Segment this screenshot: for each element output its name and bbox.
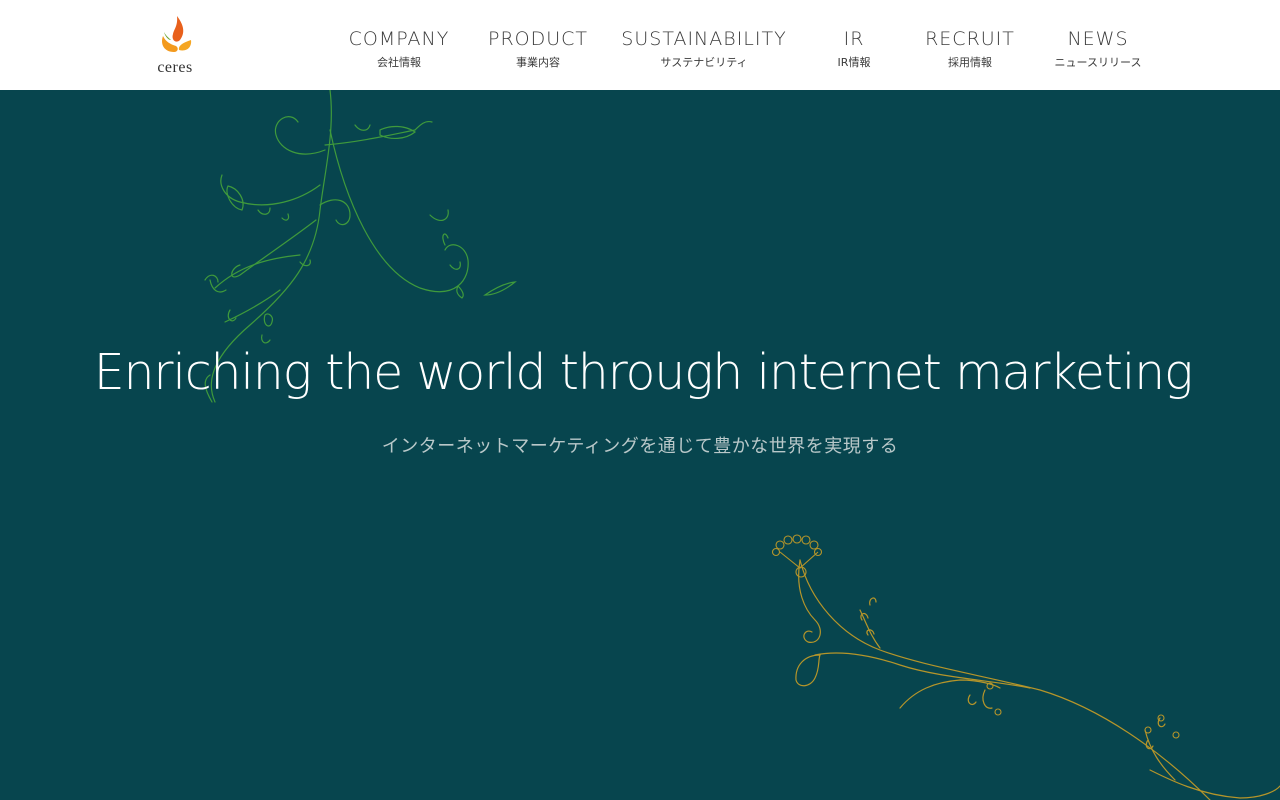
nav-label-en: PRODUCT [487, 28, 589, 50]
nav-label-en: COMPANY [348, 28, 450, 50]
nav-item-news[interactable]: NEWS ニュースリリース [1055, 26, 1142, 70]
nav-label-jp: 採用情報 [947, 56, 992, 69]
nav-item-recruit[interactable]: RECRUIT 採用情報 [925, 26, 1015, 70]
nav-label-en: NEWS [1067, 28, 1129, 50]
site-header: ceres COMPANY 会社情報 PRODUCT 事業内容 SUSTAINA… [0, 0, 1280, 90]
nav-label-en: RECRUIT [925, 28, 1015, 50]
main-nav: COMPANY 会社情報 PRODUCT 事業内容 SUSTAINABILITY… [0, 0, 1280, 90]
hero-subline: インターネットマーケティングを通じて豊かな世界を実現する [381, 436, 899, 457]
nav-label-jp: 事業内容 [516, 56, 560, 69]
nav-item-ir[interactable]: IR IR情報 [838, 26, 871, 70]
nav-label-en: IR [843, 28, 865, 50]
nav-item-sustainability[interactable]: SUSTAINABILITY サステナビリティ [621, 26, 786, 70]
nav-label-jp: サステナビリティ [660, 56, 748, 69]
hero-headline: Enriching the world through internet mar… [93, 344, 1194, 401]
nav-item-company[interactable]: COMPANY 会社情報 [349, 26, 450, 70]
nav-label-jp: 会社情報 [377, 56, 421, 69]
nav-label-jp: ニュースリリース [1054, 56, 1142, 69]
nav-label-jp: IR情報 [837, 56, 871, 69]
hero-section: Enriching the world through internet mar… [0, 90, 1280, 800]
nav-item-product[interactable]: PRODUCT 事業内容 [488, 26, 588, 70]
nav-label-en: SUSTAINABILITY [621, 28, 787, 50]
